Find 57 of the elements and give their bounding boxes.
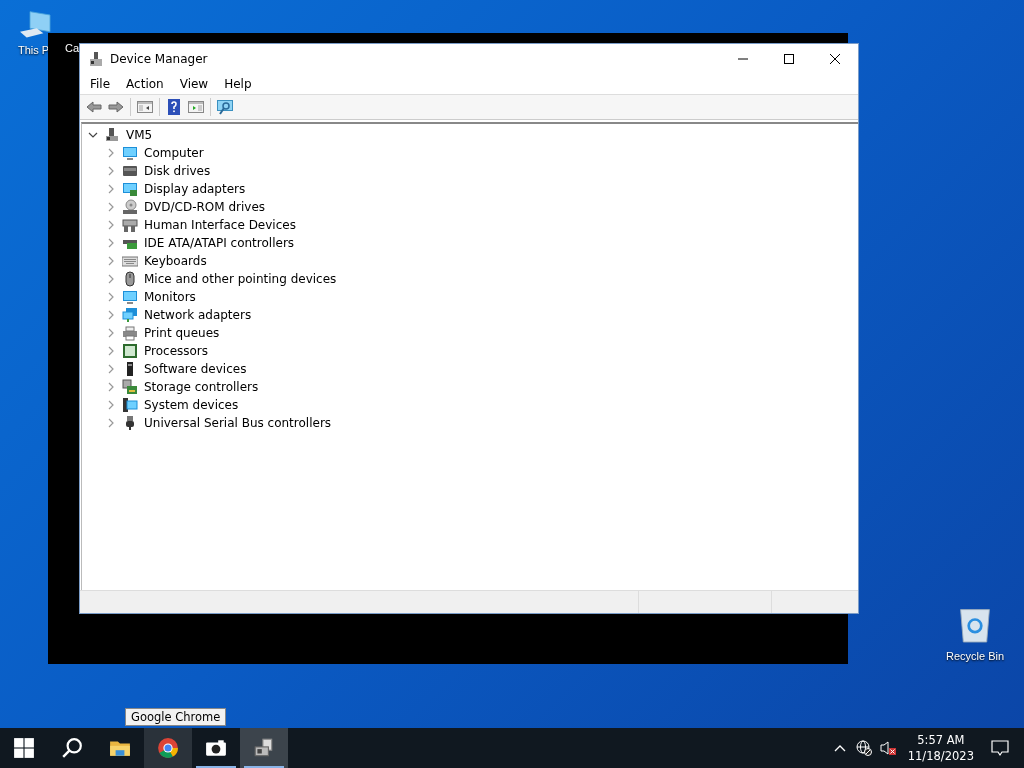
tree-item[interactable]: Disk drives xyxy=(144,164,211,178)
tree-item[interactable]: IDE ATA/ATAPI controllers xyxy=(144,236,295,250)
speaker-icon[interactable] xyxy=(879,740,896,756)
computer-icon[interactable] xyxy=(18,10,52,40)
tree-item[interactable]: Monitors xyxy=(144,290,196,304)
printer-icon xyxy=(122,325,138,341)
storage-icon xyxy=(122,379,138,395)
disk-drive-icon xyxy=(122,163,138,179)
disc-drive-icon xyxy=(122,199,138,215)
browser-logo-icon xyxy=(157,737,179,759)
system-icon xyxy=(122,397,138,413)
network-globe-icon[interactable] xyxy=(855,740,872,756)
tree-item[interactable]: Universal Serial Bus controllers xyxy=(144,416,332,430)
menu-item[interactable]: View xyxy=(173,77,215,91)
scan-button[interactable] xyxy=(214,97,236,117)
notifications-icon[interactable] xyxy=(990,738,1010,758)
app-icon xyxy=(88,51,104,67)
camera-icon xyxy=(205,737,227,759)
chrome-taskbar-button[interactable] xyxy=(144,728,192,768)
monitor-icon xyxy=(122,289,138,305)
tree-item[interactable]: Network adapters xyxy=(144,308,252,322)
mouse-icon xyxy=(122,271,138,287)
tree-item[interactable]: Keyboards xyxy=(144,254,207,268)
hid-icon xyxy=(122,217,138,233)
tree-item[interactable]: Print queues xyxy=(144,326,220,340)
window-title: Ca xyxy=(65,42,80,54)
menu-item[interactable]: File xyxy=(84,77,117,91)
back-arrow-icon xyxy=(86,99,102,115)
tree-item[interactable]: Software devices xyxy=(144,362,247,376)
monitor-icon xyxy=(122,145,138,161)
desktop-icon-label[interactable]: This P xyxy=(18,44,50,56)
chip-icon xyxy=(122,343,138,359)
menu-item[interactable]: Help xyxy=(218,77,258,91)
tree-item[interactable]: System devices xyxy=(144,398,239,412)
tree-item[interactable]: VM5 xyxy=(126,128,153,142)
tree-item[interactable]: DVD/CD-ROM drives xyxy=(144,200,266,214)
clock-time[interactable]: 5:57 AM xyxy=(917,732,965,748)
tree-item[interactable]: Human Interface Devices xyxy=(144,218,296,232)
tree-item[interactable]: Storage controllers xyxy=(144,380,259,394)
tree-item[interactable]: Mice and other pointing devices xyxy=(144,272,337,286)
network-icon xyxy=(122,307,138,323)
display-adapter-icon xyxy=(122,181,138,197)
clock-date[interactable]: 11/18/2023 xyxy=(907,748,974,764)
windows-logo-icon xyxy=(13,737,35,759)
tooltip: Google Chrome xyxy=(125,708,227,726)
forward-arrow-icon xyxy=(108,99,124,115)
tree-item[interactable]: Processors xyxy=(144,344,209,358)
tree-item[interactable]: Computer xyxy=(144,146,204,160)
tree-item[interactable]: Display adapters xyxy=(144,182,246,196)
menu-item[interactable]: Action xyxy=(120,77,170,91)
search-icon xyxy=(61,737,83,759)
desktop-icon-label[interactable]: Recycle Bin xyxy=(945,650,1005,662)
keyboard-icon xyxy=(122,253,138,269)
device-manager-taskbar-button[interactable] xyxy=(240,728,288,768)
computer-icon xyxy=(104,127,120,143)
computer-icon xyxy=(253,737,275,759)
window-title: Device Manager xyxy=(110,52,209,66)
